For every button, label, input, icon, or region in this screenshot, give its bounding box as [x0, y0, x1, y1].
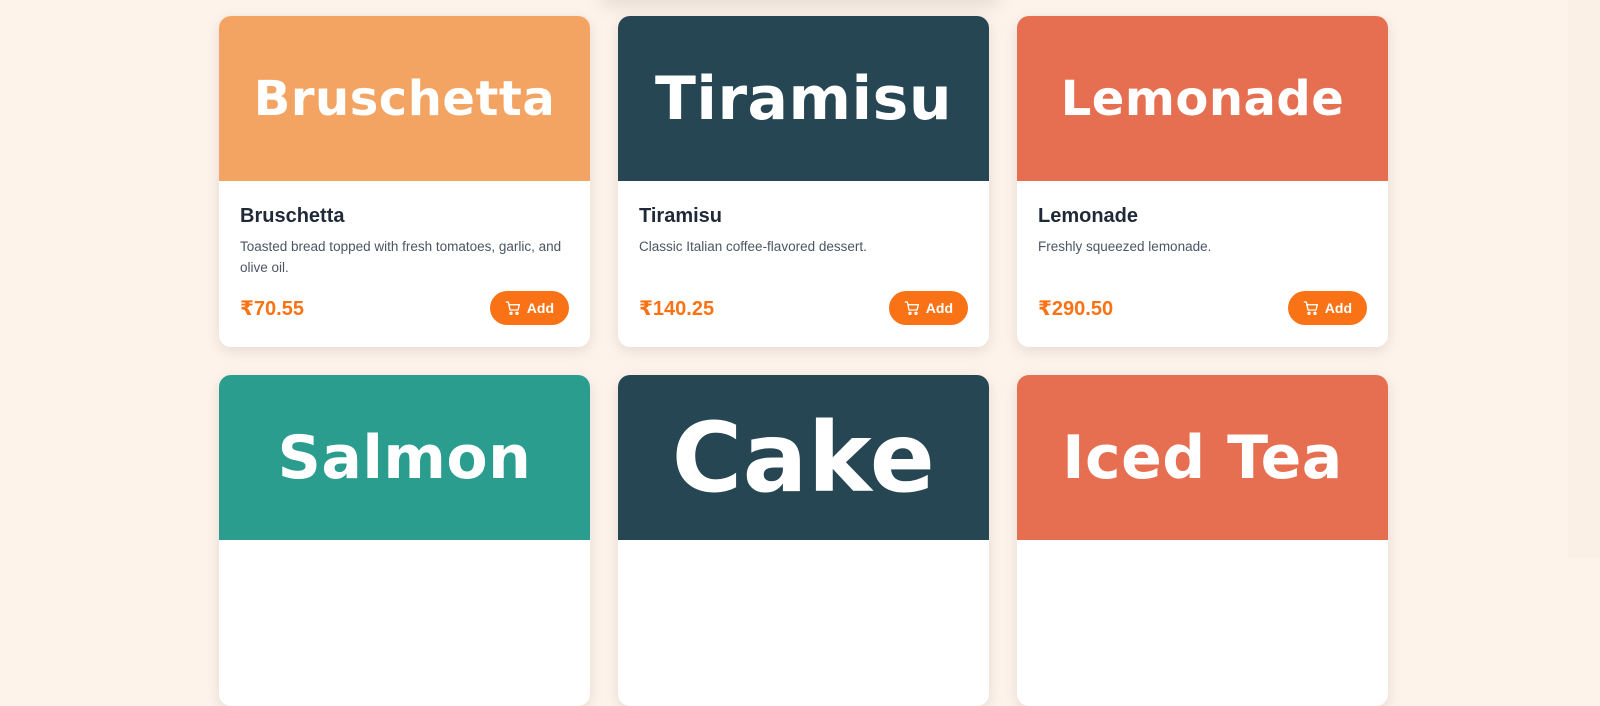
item-description: Classic Italian coffee-flavored dessert.: [639, 239, 867, 254]
item-price: ₹140.25: [639, 297, 715, 320]
add-to-cart-button[interactable]: Add: [1287, 291, 1367, 325]
add-button-label: Add: [526, 300, 554, 316]
card-body: Lemonade Freshly squeezed lemonade. ₹290…: [1017, 181, 1388, 347]
item-description: Freshly squeezed lemonade.: [1038, 239, 1212, 254]
add-to-cart-button[interactable]: Add: [888, 291, 968, 325]
add-button-label: Add: [1324, 300, 1352, 316]
card-body: Tiramisu Classic Italian coffee-flavored…: [618, 181, 989, 347]
banner-text: Iced Tea: [1062, 422, 1343, 493]
menu-card: Cake: [618, 375, 989, 706]
card-banner: Cake: [618, 375, 989, 540]
card-footer: ₹70.55 Add: [240, 291, 569, 325]
add-to-cart-button[interactable]: Add: [489, 291, 569, 325]
menu-card: Bruschetta Bruschetta Toasted bread topp…: [219, 16, 590, 347]
card-banner: Salmon: [219, 375, 590, 540]
add-button-label: Add: [925, 300, 953, 316]
item-price: ₹290.50: [1038, 297, 1114, 320]
card-banner: Lemonade: [1017, 16, 1388, 181]
item-name: Lemonade: [1038, 205, 1139, 227]
menu-card: Lemonade Lemonade Freshly squeezed lemon…: [1017, 16, 1388, 347]
card-banner: Tiramisu: [618, 16, 989, 181]
item-name: Bruschetta: [240, 205, 345, 227]
item-name: Tiramisu: [639, 205, 722, 227]
banner-text: Bruschetta: [253, 70, 556, 127]
banner-text: Salmon: [277, 422, 532, 493]
card-footer: ₹290.50 Add: [1038, 291, 1367, 325]
scrollbar-track[interactable]: [1568, 0, 1600, 558]
card-footer: ₹140.25 Add: [639, 291, 968, 325]
menu-card: Tiramisu Tiramisu Classic Italian coffee…: [618, 16, 989, 347]
menu-grid: Bruschetta Bruschetta Toasted bread topp…: [219, 16, 1388, 706]
card-banner: Bruschetta: [219, 16, 590, 181]
item-price: ₹70.55: [240, 297, 304, 320]
card-banner: Iced Tea: [1017, 375, 1388, 540]
banner-text: Cake: [671, 401, 936, 514]
cart-icon: [505, 301, 520, 315]
banner-text: Tiramisu: [654, 63, 953, 134]
card-body: Bruschetta Toasted bread topped with fre…: [219, 181, 590, 347]
cart-icon: [1303, 301, 1318, 315]
banner-text: Lemonade: [1060, 70, 1345, 127]
menu-card: Iced Tea: [1017, 375, 1388, 706]
menu-card: Salmon: [219, 375, 590, 706]
item-description: Toasted bread topped with fresh tomatoes…: [240, 239, 562, 275]
cart-icon: [904, 301, 919, 315]
